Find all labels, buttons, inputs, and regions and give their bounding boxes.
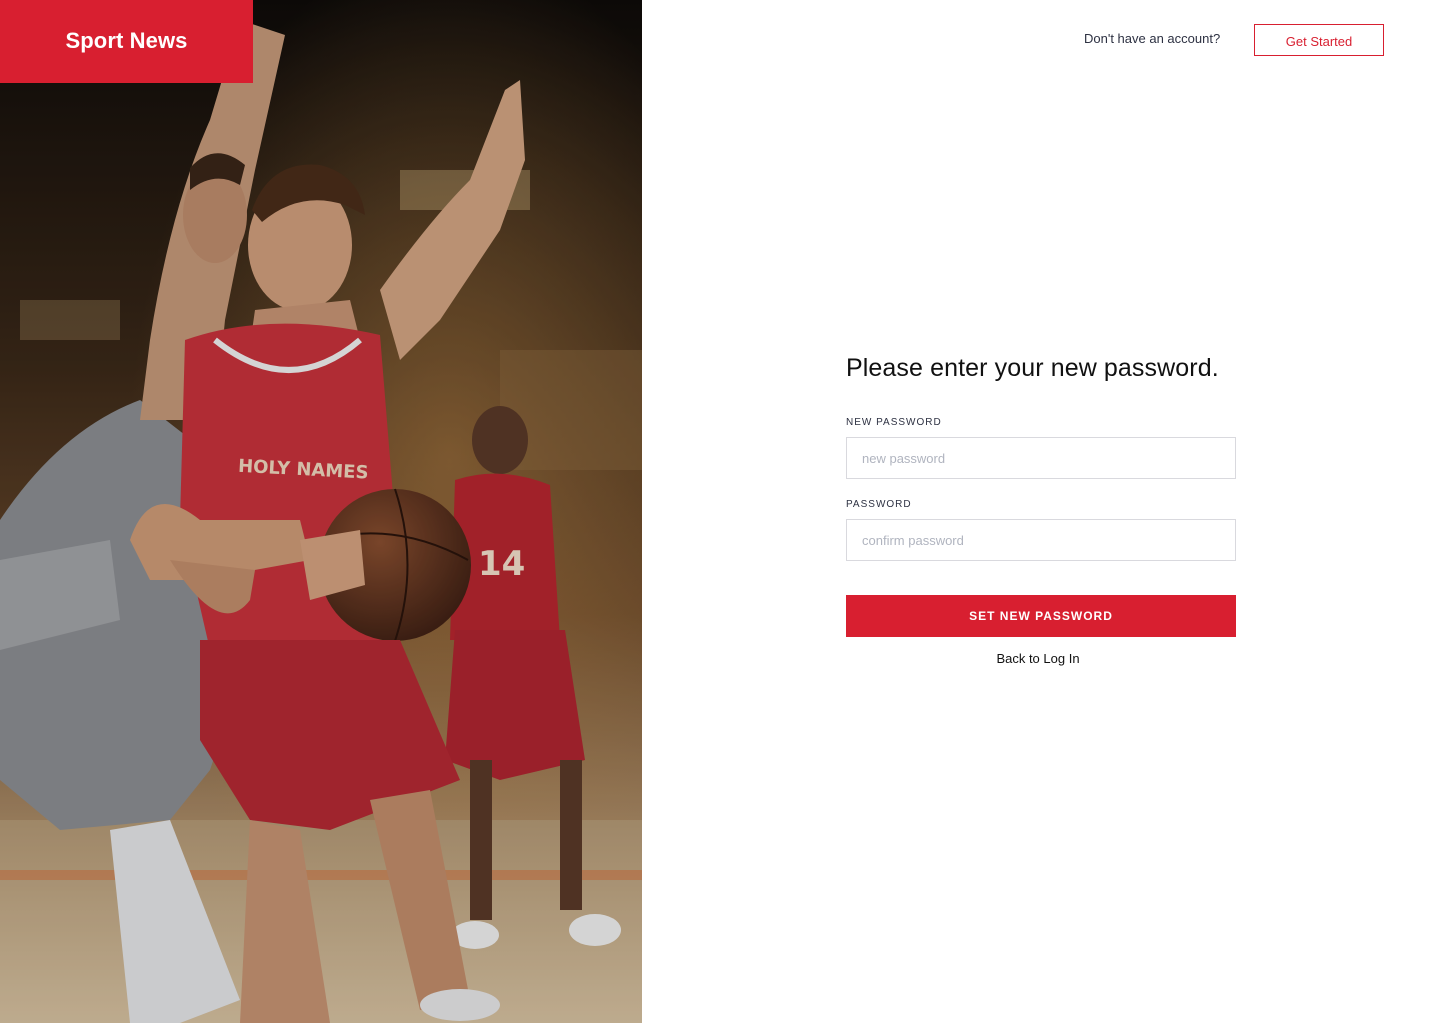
new-password-label: NEW PASSWORD <box>846 417 942 428</box>
reset-password-form: Please enter your new password. NEW PASS… <box>846 352 1236 666</box>
no-account-prompt: Don't have an account? <box>1084 31 1221 46</box>
confirm-password-input[interactable] <box>846 519 1236 561</box>
set-new-password-button[interactable]: SET NEW PASSWORD <box>846 595 1236 637</box>
form-title: Please enter your new password. <box>846 354 1219 382</box>
hero-photo: HOLY NAMES 14 <box>0 0 642 1023</box>
brand-logo[interactable]: Sport News <box>0 0 253 83</box>
basketball-players-image: HOLY NAMES 14 <box>0 0 642 1023</box>
brand-name: Sport News <box>65 28 188 53</box>
confirm-password-label: PASSWORD <box>846 499 912 510</box>
new-password-input[interactable] <box>846 437 1236 479</box>
back-to-login-link[interactable]: Back to Log In <box>840 651 1236 666</box>
reset-password-page: HOLY NAMES 14 Sport News Don't have an a… <box>0 0 1440 1024</box>
get-started-button[interactable]: Get Started <box>1254 24 1384 56</box>
